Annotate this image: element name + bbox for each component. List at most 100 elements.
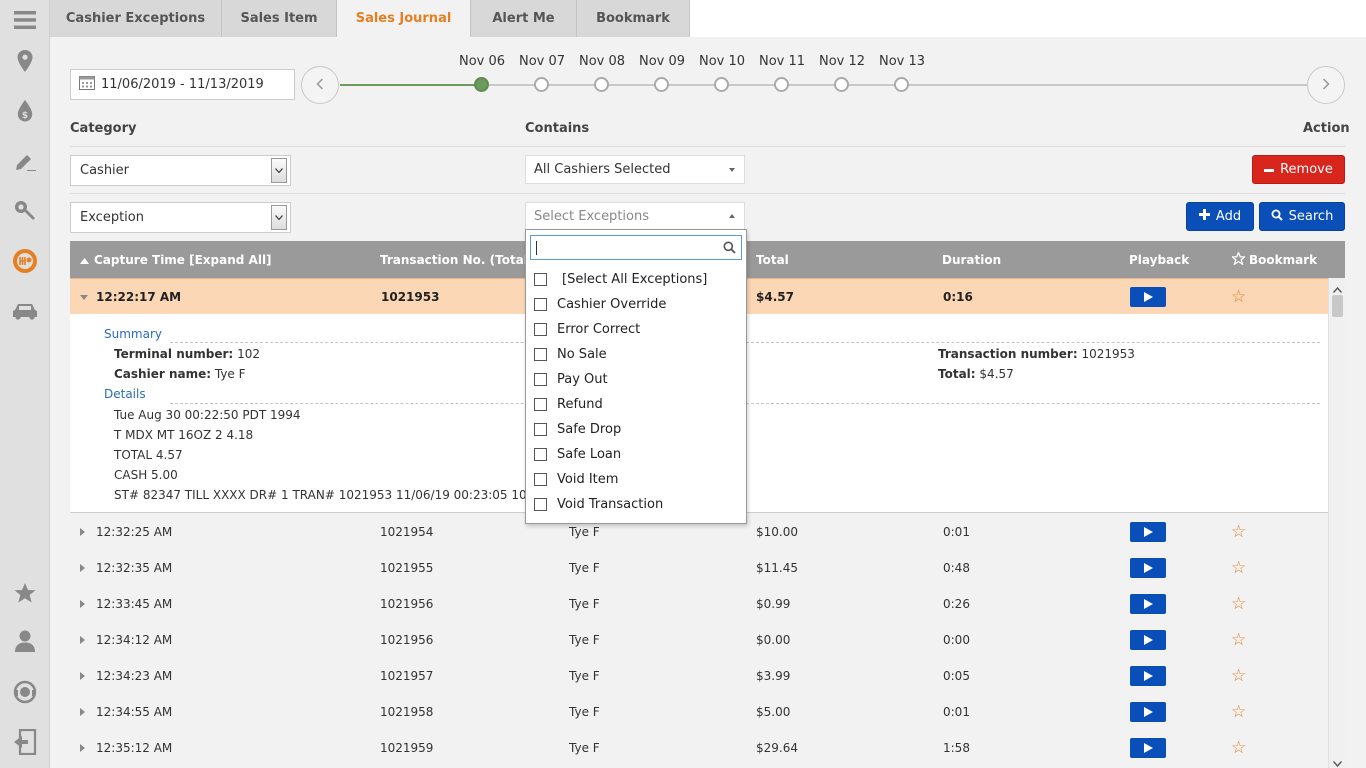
- chevron-right-icon: [1322, 77, 1330, 93]
- timeline-dot-active[interactable]: [474, 77, 489, 92]
- play-button[interactable]: [1130, 558, 1166, 578]
- tab-sales-journal[interactable]: Sales Journal: [337, 0, 471, 37]
- timeline-dot[interactable]: [714, 77, 729, 92]
- wrench-icon[interactable]: [0, 196, 50, 226]
- fuel-drop-icon[interactable]: $: [0, 96, 50, 126]
- timeline-dot[interactable]: [654, 77, 669, 92]
- chevron-down-icon[interactable]: [271, 205, 287, 230]
- bookmark-star-icon[interactable]: ☆: [1231, 594, 1246, 614]
- column-duration[interactable]: Duration: [942, 241, 1001, 278]
- checkbox[interactable]: [534, 422, 547, 436]
- checkbox[interactable]: [534, 472, 547, 486]
- add-button[interactable]: Add: [1186, 202, 1254, 231]
- play-button[interactable]: [1130, 594, 1166, 614]
- play-button[interactable]: [1130, 630, 1166, 650]
- exceptions-search-input[interactable]: [530, 235, 742, 260]
- column-total[interactable]: Total: [756, 241, 789, 278]
- column-transaction[interactable]: Transaction No. (Total: 78: [380, 241, 525, 278]
- play-button[interactable]: [1130, 738, 1166, 758]
- timeline-dot[interactable]: [894, 77, 909, 92]
- tab-alert-me[interactable]: Alert Me: [471, 0, 577, 37]
- option-select-all[interactable]: [Select All Exceptions]: [534, 268, 744, 290]
- option-void-transaction[interactable]: Void Transaction: [534, 493, 744, 515]
- table-scrollbar[interactable]: [1328, 278, 1345, 768]
- bookmark-star-icon[interactable]: ☆: [1231, 702, 1246, 722]
- timeline-prev-button[interactable]: [301, 66, 339, 104]
- column-capture-time[interactable]: Capture Time [Expand All]: [80, 241, 272, 278]
- option-safe-drop[interactable]: Safe Drop: [534, 418, 744, 440]
- chevron-down-icon[interactable]: [1332, 756, 1343, 768]
- scrollbar-thumb[interactable]: [1332, 295, 1343, 317]
- bookmark-star-icon[interactable]: ☆: [1231, 630, 1246, 650]
- user-icon[interactable]: [0, 626, 50, 656]
- expand-arrow-icon[interactable]: [80, 672, 85, 680]
- table-row[interactable]: 12:34:12 AM 1021956 Tye F $0.00 0:00 ☆: [70, 622, 1328, 658]
- play-button[interactable]: [1130, 287, 1166, 307]
- column-capture-time-label: Capture Time [Expand All]: [94, 252, 272, 267]
- category-select-1[interactable]: Cashier: [70, 155, 291, 186]
- remove-button[interactable]: Remove: [1252, 155, 1345, 184]
- food-brand-icon[interactable]: [0, 246, 50, 276]
- checkbox[interactable]: [534, 322, 547, 336]
- timeline-dot[interactable]: [834, 77, 849, 92]
- tab-sales-item[interactable]: Sales Item: [222, 0, 337, 37]
- timeline-dot[interactable]: [534, 77, 549, 92]
- table-row[interactable]: 12:34:23 AM 1021957 Tye F $3.99 0:05 ☆: [70, 658, 1328, 694]
- expand-arrow-icon[interactable]: [80, 744, 85, 752]
- expand-arrow-icon[interactable]: [80, 528, 85, 536]
- expand-arrow-icon[interactable]: [80, 564, 85, 572]
- expand-arrow-icon[interactable]: [80, 600, 85, 608]
- checkbox[interactable]: [534, 272, 547, 286]
- location-pin-icon[interactable]: [0, 46, 50, 76]
- table-row[interactable]: 12:32:35 AM 1021955 Tye F $11.45 0:48 ☆: [70, 550, 1328, 586]
- play-button[interactable]: [1130, 522, 1166, 542]
- checkbox[interactable]: [534, 297, 547, 311]
- tab-bookmark[interactable]: Bookmark: [577, 0, 690, 37]
- option-void-item[interactable]: Void Item: [534, 468, 744, 490]
- car-icon[interactable]: [0, 296, 50, 326]
- table-row[interactable]: 12:34:55 AM 1021958 Tye F $5.00 0:01 ☆: [70, 694, 1328, 730]
- expand-arrow-icon[interactable]: [80, 708, 85, 716]
- date-range-field[interactable]: 11/06/2019 - 11/13/2019: [70, 69, 295, 100]
- expand-arrow-icon[interactable]: [80, 636, 85, 644]
- checkbox[interactable]: [534, 497, 547, 511]
- option-safe-loan[interactable]: Safe Loan: [534, 443, 744, 465]
- option-no-sale[interactable]: No Sale: [534, 343, 744, 365]
- checkbox[interactable]: [534, 397, 547, 411]
- star-icon[interactable]: [0, 578, 50, 608]
- timeline-dot[interactable]: [594, 77, 609, 92]
- table-row[interactable]: 12:33:45 AM 1021956 Tye F $0.99 0:26 ☆: [70, 586, 1328, 622]
- bookmark-star-icon[interactable]: ☆: [1231, 666, 1246, 686]
- bookmark-star-icon[interactable]: ☆: [1231, 558, 1246, 578]
- search-button[interactable]: Search: [1259, 202, 1345, 231]
- cell-transaction: 1021956: [380, 633, 434, 647]
- option-refund[interactable]: Refund: [534, 393, 744, 415]
- exceptions-select[interactable]: Select Exceptions: [525, 202, 745, 231]
- support-agent-icon[interactable]: [0, 677, 50, 707]
- category-select-2[interactable]: Exception: [70, 202, 291, 233]
- bookmark-star-icon[interactable]: ☆: [1231, 522, 1246, 542]
- cell-cashier: Tye F: [569, 633, 600, 647]
- timeline-next-button[interactable]: [1307, 66, 1345, 104]
- play-button[interactable]: [1130, 702, 1166, 722]
- option-pay-out[interactable]: Pay Out: [534, 368, 744, 390]
- table-row[interactable]: 12:35:12 AM 1021959 Tye F $29.64 1:58 ☆: [70, 730, 1328, 766]
- option-error-correct[interactable]: Error Correct: [534, 318, 744, 340]
- bookmark-star-icon[interactable]: ☆: [1231, 287, 1246, 307]
- caret-down-icon: [729, 168, 735, 172]
- logout-icon[interactable]: [0, 727, 50, 757]
- checkbox[interactable]: [534, 347, 547, 361]
- option-cashier-override[interactable]: Cashier Override: [534, 293, 744, 315]
- chevron-down-icon[interactable]: [271, 158, 287, 183]
- chevron-up-icon[interactable]: [1332, 282, 1343, 296]
- contains-select-1[interactable]: All Cashiers Selected: [525, 155, 745, 184]
- pen-icon[interactable]: [0, 146, 50, 176]
- checkbox[interactable]: [534, 372, 547, 386]
- play-button[interactable]: [1130, 666, 1166, 686]
- collapse-arrow-icon[interactable]: [80, 295, 88, 300]
- checkbox[interactable]: [534, 447, 547, 461]
- menu-icon[interactable]: [0, 5, 50, 35]
- tab-cashier-exceptions[interactable]: Cashier Exceptions: [50, 0, 222, 37]
- timeline-dot[interactable]: [774, 77, 789, 92]
- bookmark-star-icon[interactable]: ☆: [1231, 738, 1246, 758]
